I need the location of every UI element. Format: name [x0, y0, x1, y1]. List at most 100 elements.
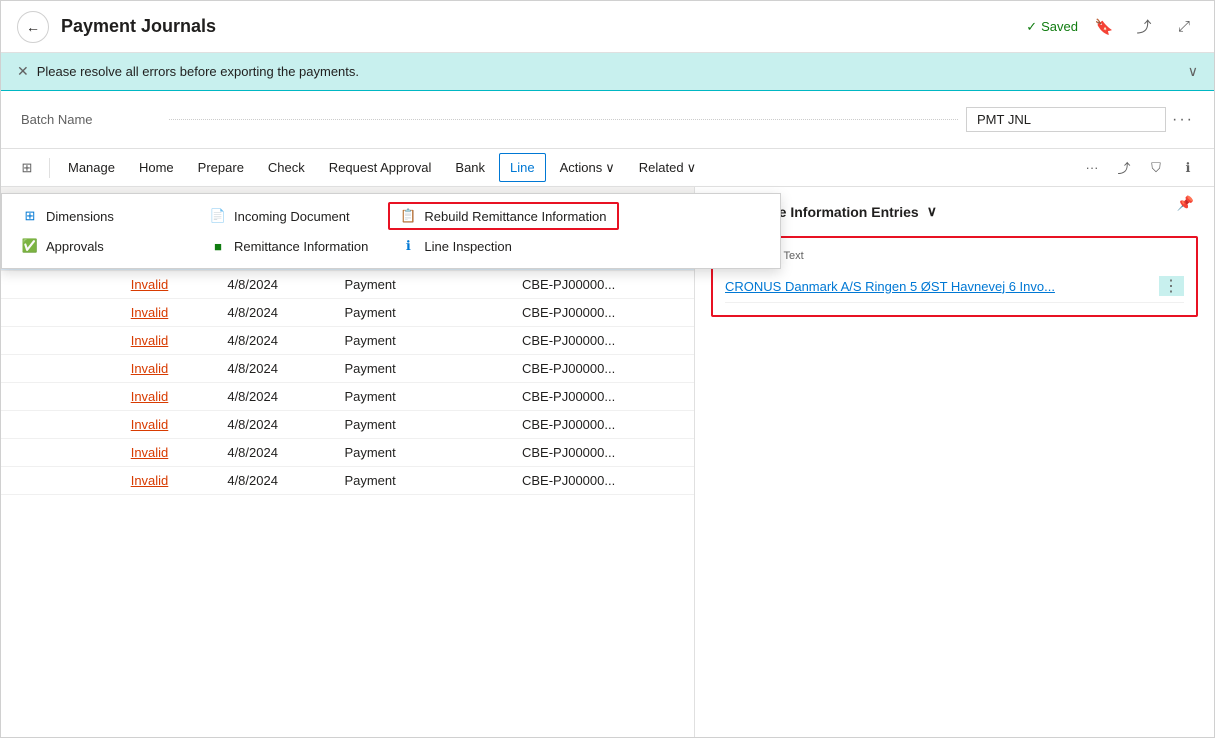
dimensions-icon: ⊞	[22, 208, 38, 224]
line-dropdown-col-2: 📄 Incoming Document ■ Remittance Informa…	[198, 202, 380, 260]
line-dropdown-col-1: ⊞ Dimensions ✅ Approvals	[10, 202, 190, 260]
row-status[interactable]: Invalid	[119, 467, 216, 495]
tab-line[interactable]: Line	[499, 153, 546, 182]
tab-check[interactable]: Check	[258, 154, 315, 181]
row-status[interactable]: Invalid	[119, 355, 216, 383]
remittance-panel: Remittance Text CRONUS Danmark A/S Ringe…	[711, 236, 1198, 317]
tab-request-approval[interactable]: Request Approval	[319, 154, 442, 181]
row-more-btn[interactable]	[59, 467, 119, 495]
row-arrow	[1, 467, 59, 495]
saved-label: Saved	[1041, 19, 1078, 34]
row-status[interactable]: Invalid	[119, 411, 216, 439]
toolbar: ⊞ Manage Home Prepare Check Request Appr…	[1, 149, 1214, 187]
toolbar-filter-button[interactable]: ⛉	[1142, 154, 1170, 182]
batch-name-row: Batch Name PMT JNL ···	[1, 91, 1214, 149]
row-doc-no: CBE-PJ00000...	[510, 383, 694, 411]
alert-close-button[interactable]: ✕	[17, 63, 29, 80]
toolbar-more-button[interactable]: ···	[1078, 154, 1106, 182]
row-date: 4/8/2024	[215, 411, 332, 439]
tab-bank[interactable]: Bank	[445, 154, 495, 181]
panel-header: Remittance Information Entries ∨	[711, 203, 1198, 220]
table-row: Invalid 4/8/2024 Payment CBE-PJ00000...	[1, 299, 694, 327]
row-more-btn[interactable]	[59, 383, 119, 411]
row-date: 4/8/2024	[215, 467, 332, 495]
app-container: ← Payment Journals ✓ Saved 🔖 ⤴ ⤢ ✕ Pleas…	[0, 0, 1215, 738]
toolbar-info-button[interactable]: ℹ	[1174, 154, 1202, 182]
row-more-btn[interactable]	[59, 355, 119, 383]
row-doc-type: Payment	[332, 327, 510, 355]
row-status[interactable]: Invalid	[119, 383, 216, 411]
checkmark-icon: ✓	[1026, 19, 1037, 35]
row-more-btn[interactable]	[59, 271, 119, 299]
row-date: 4/8/2024	[215, 439, 332, 467]
bookmark-button[interactable]: 🔖	[1090, 13, 1118, 41]
share-button[interactable]: ⤴	[1130, 13, 1158, 41]
row-arrow	[1, 355, 59, 383]
toolbar-share-button[interactable]: ⤴	[1110, 154, 1138, 182]
alert-banner: ✕ Please resolve all errors before expor…	[1, 53, 1214, 91]
row-status[interactable]: Invalid	[119, 439, 216, 467]
menu-item-remittance-info[interactable]: ■ Remittance Information	[198, 232, 380, 260]
row-status[interactable]: Invalid	[119, 327, 216, 355]
alert-expand-button[interactable]: ∨	[1188, 63, 1198, 80]
row-status[interactable]: Invalid	[119, 271, 216, 299]
row-date: 4/8/2024	[215, 271, 332, 299]
row-doc-no: CBE-PJ00000...	[510, 355, 694, 383]
row-doc-type: Payment	[332, 355, 510, 383]
table-area: Status Date Document Type Document No. I…	[1, 187, 694, 737]
saved-status: ✓ Saved	[1026, 19, 1078, 35]
batch-name-label: Batch Name	[21, 112, 161, 127]
row-doc-type: Payment	[332, 271, 510, 299]
row-more-btn[interactable]	[59, 327, 119, 355]
pin-icon[interactable]: 📌	[1177, 195, 1194, 212]
line-inspection-icon: ℹ	[400, 238, 416, 254]
menu-item-dimensions[interactable]: ⊞ Dimensions	[10, 202, 190, 230]
page-title: Payment Journals	[61, 16, 1026, 37]
expand-button[interactable]: ⤢	[1170, 13, 1198, 41]
row-doc-type: Payment	[332, 411, 510, 439]
row-doc-type: Payment	[332, 299, 510, 327]
table-row: Invalid 4/8/2024 Payment CBE-PJ00000...	[1, 467, 694, 495]
menu-item-rebuild-remittance[interactable]: 📋 Rebuild Remittance Information	[388, 202, 618, 230]
row-more-btn[interactable]	[59, 439, 119, 467]
panel-chevron-icon[interactable]: ∨	[927, 203, 937, 220]
row-doc-no: CBE-PJ00000...	[510, 271, 694, 299]
rebuild-remittance-icon: 📋	[400, 208, 416, 224]
table-row: Invalid 4/8/2024 Payment CBE-PJ00000...	[1, 383, 694, 411]
toolbar-separator-1	[49, 158, 50, 178]
menu-item-approvals[interactable]: ✅ Approvals	[10, 232, 190, 260]
row-arrow	[1, 383, 59, 411]
table-row: Invalid 4/8/2024 Payment CBE-PJ00000...	[1, 355, 694, 383]
menu-item-line-inspection[interactable]: ℹ Line Inspection	[388, 232, 618, 260]
remittance-entry-text[interactable]: CRONUS Danmark A/S Ringen 5 ØST Havnevej…	[725, 279, 1159, 294]
batch-name-value[interactable]: PMT JNL	[966, 107, 1166, 132]
row-doc-no: CBE-PJ00000...	[510, 467, 694, 495]
row-doc-type: Payment	[332, 439, 510, 467]
alert-content: ✕ Please resolve all errors before expor…	[17, 63, 359, 80]
toolbar-container: ⊞ Manage Home Prepare Check Request Appr…	[1, 149, 1214, 187]
body: Batch Name PMT JNL ··· ⊞ Manage Home Pre…	[1, 91, 1214, 737]
back-button[interactable]: ←	[17, 11, 49, 43]
actions-chevron-icon: ∨	[605, 160, 615, 176]
row-more-btn[interactable]	[59, 411, 119, 439]
row-arrow	[1, 439, 59, 467]
row-arrow	[1, 271, 59, 299]
remittance-text-label: Remittance Text	[725, 250, 1184, 262]
header: ← Payment Journals ✓ Saved 🔖 ⤴ ⤢	[1, 1, 1214, 53]
row-doc-no: CBE-PJ00000...	[510, 327, 694, 355]
tab-home[interactable]: Home	[129, 154, 184, 181]
remittance-entry: CRONUS Danmark A/S Ringen 5 ØST Havnevej…	[725, 270, 1184, 303]
tab-related[interactable]: Related ∨	[629, 154, 706, 182]
table-row: Invalid 4/8/2024 Payment CBE-PJ00000...	[1, 439, 694, 467]
row-more-btn[interactable]	[59, 299, 119, 327]
remittance-more-button[interactable]: ⋮	[1159, 276, 1184, 296]
row-arrow	[1, 411, 59, 439]
tab-actions[interactable]: Actions ∨	[550, 154, 625, 182]
batch-dots-separator	[169, 119, 958, 120]
grid-icon-button[interactable]: ⊞	[13, 154, 41, 182]
menu-item-incoming-document[interactable]: 📄 Incoming Document	[198, 202, 380, 230]
row-status[interactable]: Invalid	[119, 299, 216, 327]
tab-prepare[interactable]: Prepare	[188, 154, 254, 181]
batch-more-button[interactable]: ···	[1172, 111, 1194, 129]
tab-manage[interactable]: Manage	[58, 154, 125, 181]
